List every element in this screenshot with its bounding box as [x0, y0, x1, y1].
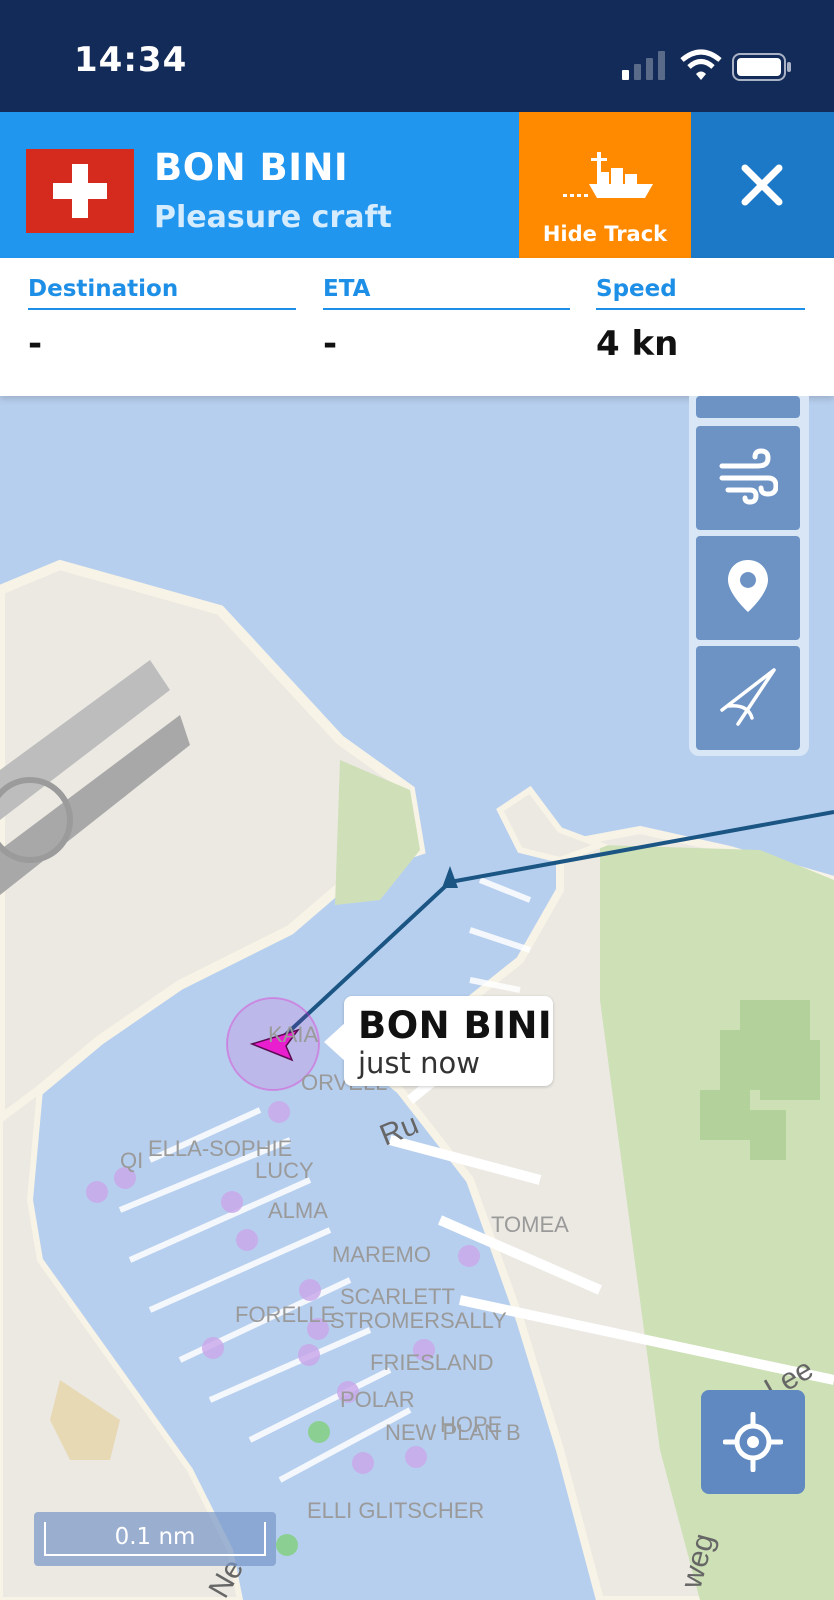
callout-vessel-name: BON BINI: [358, 1004, 553, 1047]
measure-icon: [720, 668, 776, 726]
vessel-label: MAREMO: [332, 1242, 431, 1267]
vessel-label: ELLI GLITSCHER: [307, 1498, 484, 1523]
vessel-dot: [299, 1279, 321, 1301]
vessel-label: TOMEA: [491, 1212, 569, 1237]
measure-button[interactable]: [696, 646, 800, 750]
vessel-label: STROMER: [330, 1308, 440, 1333]
destination-value: -: [28, 324, 43, 364]
vessel-dot: [268, 1101, 290, 1123]
vessel-label: QI: [120, 1148, 143, 1173]
ship-icon: [563, 152, 653, 198]
close-icon: [741, 164, 783, 206]
vessel-dot: [236, 1229, 258, 1251]
vessel-type: Pleasure craft: [154, 200, 392, 235]
vessel-dot: [86, 1181, 108, 1203]
pin-icon: [728, 560, 768, 612]
battery-icon: [732, 53, 791, 81]
signal-icon: [622, 51, 665, 80]
poi-button[interactable]: [696, 536, 800, 640]
vessel-dot: [298, 1344, 320, 1366]
scale-label: 0.1 nm: [114, 1524, 196, 1550]
clock: 14:34: [74, 40, 188, 80]
vessel-label: SCARLETT: [340, 1284, 455, 1309]
vessel-dot-green: [308, 1421, 330, 1443]
vessel-dot: [202, 1337, 224, 1359]
hide-track-label: Hide Track: [542, 222, 668, 246]
hide-track-button[interactable]: Hide Track: [519, 112, 691, 258]
vessel-label: KAIA: [268, 1022, 318, 1047]
locate-button[interactable]: [701, 1390, 805, 1494]
callout-time: just now: [358, 1046, 480, 1080]
vessel-label: SALLY: [440, 1308, 507, 1333]
map-scale: 0.1 nm: [34, 1512, 276, 1566]
speed-label: Speed: [596, 276, 805, 310]
vessel-dot: [221, 1191, 243, 1213]
vessel-label: HOPE: [440, 1412, 502, 1437]
speed-field: Speed 4 kn: [596, 276, 805, 364]
vessel-name: BON BINI: [154, 146, 349, 189]
status-bar: 14:34: [0, 0, 834, 112]
vessel-label: ALMA: [268, 1198, 328, 1223]
eta-field: ETA -: [323, 276, 570, 364]
field: [760, 1040, 820, 1100]
wind-button[interactable]: [696, 426, 800, 530]
vessel-label: POLAR: [340, 1387, 415, 1412]
layers-button[interactable]: [696, 396, 800, 418]
map-tools-panel: [689, 396, 809, 756]
vessel-label: FORELLE: [235, 1302, 335, 1327]
wifi-icon: [680, 49, 722, 80]
wind-icon: [719, 448, 778, 505]
destination-label: Destination: [28, 276, 296, 310]
vessel-callout[interactable]: BON BINI just now: [324, 996, 553, 1086]
vessel-dot-green: [276, 1534, 298, 1556]
vessel-info-bar: Destination - ETA - Speed 4 kn: [0, 258, 834, 396]
vessel-header: BON BINI Pleasure craft Hide Track: [0, 112, 834, 258]
vessel-label: LUCY: [255, 1158, 314, 1183]
crosshair-icon: [723, 1412, 783, 1472]
field: [750, 1110, 786, 1160]
field: [700, 1090, 750, 1140]
destination-field: Destination -: [28, 276, 296, 364]
switzerland-flag-icon: [26, 149, 134, 233]
eta-label: ETA: [323, 276, 570, 310]
close-button[interactable]: [691, 112, 834, 258]
vessel-dot: [352, 1452, 374, 1474]
eta-value: -: [323, 324, 338, 364]
vessel-dot: [458, 1245, 480, 1267]
vessel-dot: [405, 1446, 427, 1468]
vessel-label: FRIESLAND: [370, 1350, 493, 1375]
speed-value: 4 kn: [596, 324, 679, 364]
